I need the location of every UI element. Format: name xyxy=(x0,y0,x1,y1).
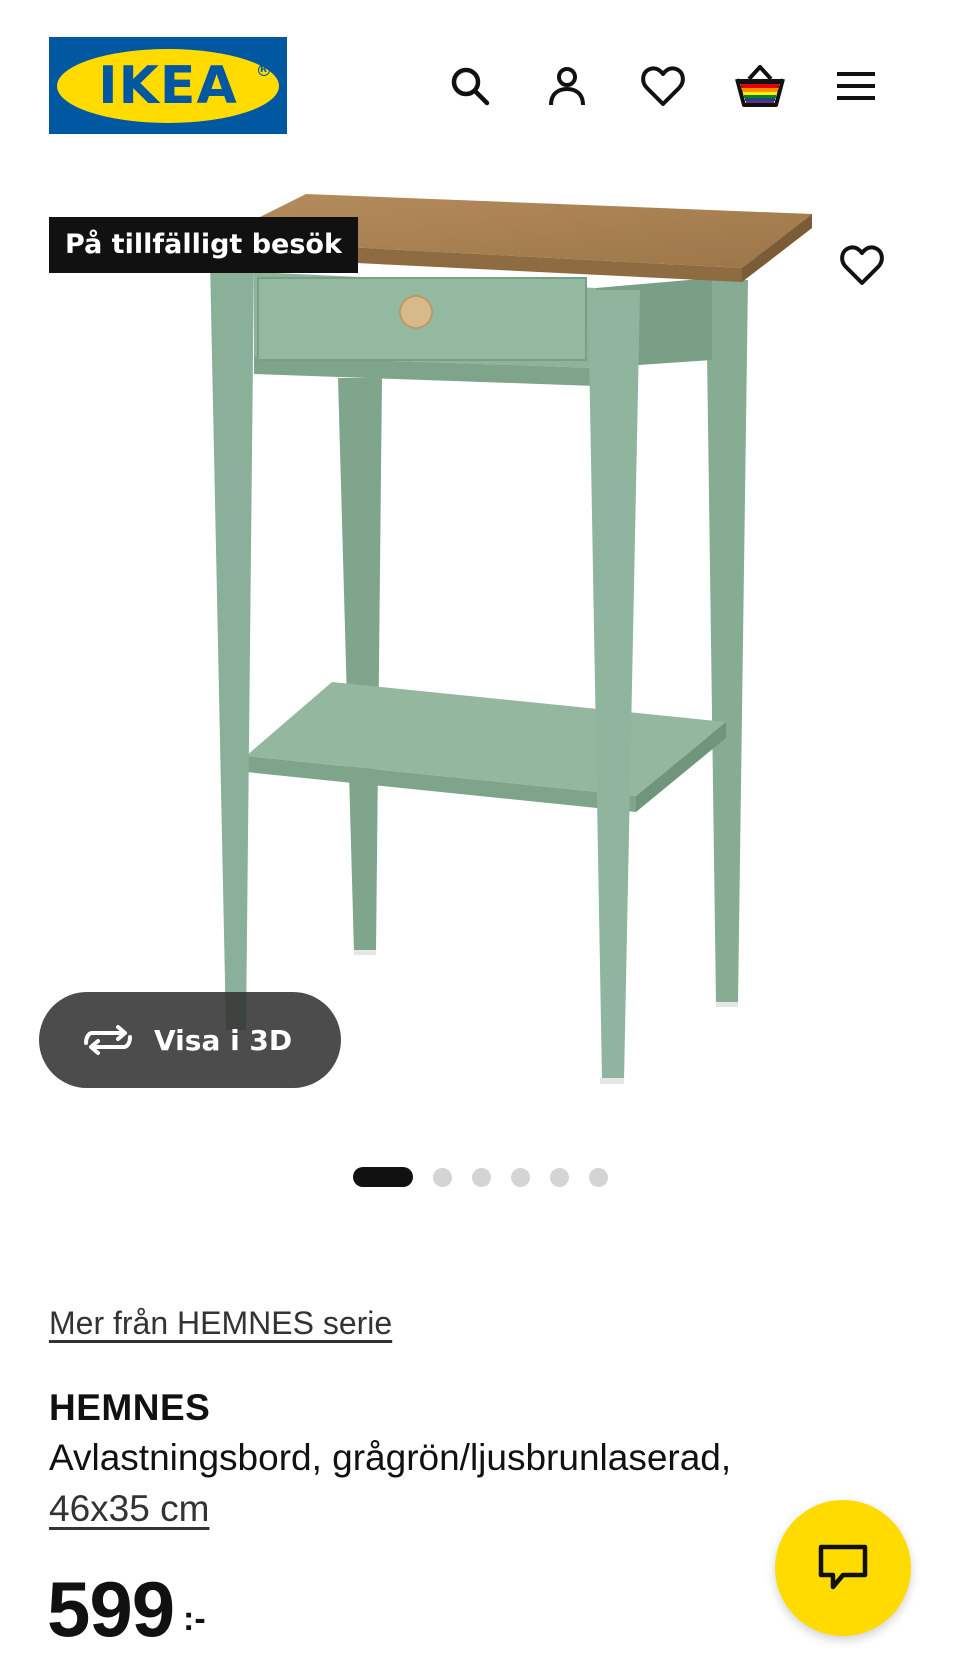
add-to-favorites-button[interactable] xyxy=(834,237,890,293)
product-description: Avlastningsbord, grågrön/ljusbrunlaserad… xyxy=(49,1437,732,1478)
carousel-dot-5[interactable] xyxy=(549,1167,569,1187)
chat-icon xyxy=(818,1544,868,1590)
basket-icon[interactable] xyxy=(734,58,786,110)
chat-button[interactable] xyxy=(775,1500,911,1636)
product-photo xyxy=(210,194,812,1084)
temporary-visit-badge: På tillfälligt besök xyxy=(49,217,358,273)
carousel-dot-3[interactable] xyxy=(471,1167,491,1187)
account-icon[interactable] xyxy=(541,60,593,112)
heart-icon[interactable] xyxy=(637,60,689,112)
registered-mark: R xyxy=(258,63,270,76)
carousel-dot-4[interactable] xyxy=(510,1167,530,1187)
product-image[interactable] xyxy=(0,160,960,1120)
carousel-dot-2[interactable] xyxy=(432,1167,452,1187)
logo-oval: IKEA R xyxy=(57,48,279,123)
heart-icon xyxy=(840,245,884,285)
ikea-logo[interactable]: IKEA R xyxy=(49,37,287,134)
menu-icon[interactable] xyxy=(830,60,882,112)
price-integer: 599 xyxy=(47,1565,175,1653)
carousel-dot-1[interactable] xyxy=(352,1167,413,1187)
price-suffix: :- xyxy=(183,1600,206,1638)
image-carousel-indicator xyxy=(0,1165,960,1189)
view-in-3d-button[interactable]: Visa i 3D xyxy=(39,992,341,1088)
logo-text: IKEA xyxy=(98,55,238,116)
rotate-3d-icon xyxy=(84,1025,132,1055)
series-link[interactable]: Mer från HEMNES serie xyxy=(49,1305,392,1342)
product-size-link[interactable]: 46x35 cm xyxy=(49,1488,209,1530)
product-name: HEMNES xyxy=(49,1387,211,1428)
view-in-3d-label: Visa i 3D xyxy=(154,1023,293,1057)
carousel-dot-6[interactable] xyxy=(588,1167,608,1187)
search-icon[interactable] xyxy=(444,60,496,112)
